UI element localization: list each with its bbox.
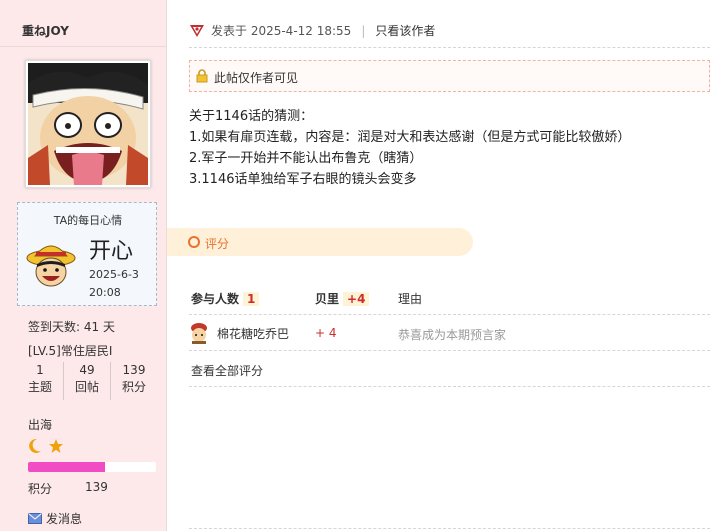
author-sidebar: 重ねJOY TA的每日心情 开心 2025-6-3 20:08 签到天数: 41…	[0, 0, 167, 531]
rating-reason: 恭喜成为本期预言家	[398, 328, 507, 342]
only-author-link[interactable]: 只看该作者	[375, 22, 435, 39]
forum-post-page: 重ねJOY TA的每日心情 开心 2025-6-3 20:08 签到天数: 41…	[0, 0, 710, 531]
mood-face-icon	[26, 245, 76, 287]
stat-points[interactable]: 139 积分	[111, 362, 157, 400]
post-bottom-divider	[189, 528, 710, 529]
mood-text: 开心	[89, 239, 134, 264]
points-progress-bar	[28, 462, 156, 472]
envelope-icon	[28, 513, 42, 524]
star-icon	[49, 439, 63, 453]
stat-topics-label: 主题	[27, 380, 52, 394]
mood-date-time: 20:08	[89, 286, 121, 299]
lock-icon	[196, 69, 208, 83]
send-message-label: 发消息	[46, 512, 83, 526]
shell-label: 贝里	[315, 292, 340, 306]
medal-icons	[28, 437, 64, 455]
rating-row-divider	[189, 350, 710, 351]
stat-points-value: 139	[122, 363, 146, 377]
avatar-image	[28, 63, 148, 185]
stat-replies[interactable]: 49 回帖	[64, 362, 111, 400]
rating-shell-header: 贝里 +4	[315, 290, 370, 307]
locked-notice-text: 此帖仅作者可见	[214, 71, 299, 85]
points-row: 积分 139	[28, 480, 108, 497]
points-progress-fill	[28, 462, 105, 472]
header-separator: |	[361, 23, 366, 38]
shell-total: +4	[343, 292, 370, 306]
view-all-ratings-link[interactable]: 查看全部评分	[191, 362, 263, 379]
post-line: 1.如果有扉页连载，内容是：润是对大和表达感谢（但是方式可能比较傲娇）	[189, 130, 631, 145]
rating-reason-header: 理由	[398, 292, 423, 306]
author-username[interactable]: 重ねJOY	[22, 22, 69, 39]
daily-mood-box: TA的每日心情 开心 2025-6-3 20:08	[17, 202, 157, 306]
mood-date-day: 2025-6-3	[89, 268, 139, 281]
post-line: 关于1146话的猜测：	[189, 109, 314, 124]
post-author-icon	[190, 24, 204, 37]
stat-replies-value: 49	[79, 363, 95, 377]
checkin-days: 签到天数: 41 天	[28, 320, 115, 334]
rating-score: + 4	[315, 326, 337, 340]
mood-title: TA的每日心情	[53, 214, 123, 227]
rating-tab[interactable]: 评分	[167, 228, 473, 256]
post-date: 发表于 2025-4-12 18:55	[211, 24, 352, 38]
rating-header-divider	[189, 314, 710, 315]
stat-points-label: 积分	[121, 380, 146, 394]
post-line: 3.1146话单独给军子右眼的镜头会变多	[189, 172, 417, 187]
send-message-link[interactable]: 发消息	[28, 510, 82, 527]
post-content: 关于1146话的猜测： 1.如果有扉页连载，内容是：润是对大和表达感谢（但是方式…	[189, 106, 630, 190]
header-divider	[189, 47, 710, 48]
points-label: 积分	[28, 482, 53, 496]
author-stats: 1 主题 49 回帖 139 积分	[17, 362, 157, 400]
participants-count: 1	[243, 292, 260, 306]
moon-icon	[29, 438, 41, 453]
rating-footer-divider	[189, 386, 710, 387]
sidebar-divider	[0, 46, 167, 47]
locked-notice: 此帖仅作者可见	[189, 60, 710, 92]
post-line: 2.军子一开始并不能认出布鲁克（瞎猜）	[189, 151, 423, 166]
rating-tab-label: 评分	[205, 237, 230, 251]
mood-date: 2025-6-3 20:08	[89, 266, 139, 302]
stat-topics[interactable]: 1 主题	[17, 362, 64, 400]
stat-topics-value: 1	[36, 363, 44, 377]
author-avatar[interactable]	[25, 60, 151, 188]
rating-user[interactable]: 棉花糖吃乔巴	[189, 322, 289, 344]
user-realm: 出海	[28, 418, 53, 432]
points-value: 139	[85, 480, 108, 494]
rater-avatar	[191, 323, 207, 344]
participants-label: 参与人数	[191, 292, 240, 306]
rating-participants-header: 参与人数 1	[191, 290, 260, 307]
stat-replies-label: 回帖	[74, 380, 99, 394]
rater-username: 棉花糖吃乔巴	[217, 326, 290, 341]
user-level[interactable]: [LV.5]常住居民I	[28, 342, 112, 359]
post-header: 发表于 2025-4-12 18:55 | 只看该作者	[189, 22, 435, 39]
rating-circle-icon	[188, 236, 200, 248]
